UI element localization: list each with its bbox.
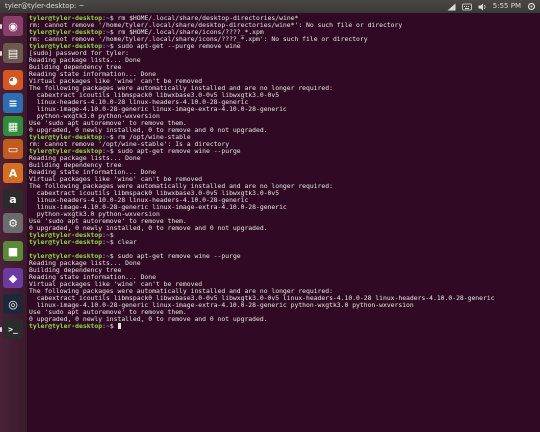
- keyboard-layout-icon[interactable]: [461, 0, 472, 13]
- gear-icon: ⚙: [8, 216, 18, 230]
- launcher-steam-button[interactable]: ◎: [3, 294, 23, 314]
- sound-icon[interactable]: [478, 0, 487, 13]
- text-cursor: [117, 323, 122, 329]
- terminal-output[interactable]: tyler@tyler-desktop:~$ rm $HOME/.local/s…: [29, 15, 539, 330]
- presentation-icon: ▭: [7, 142, 19, 156]
- top-panel: tyler@tyler-desktop: ~ 5:55 PM: [0, 0, 540, 13]
- command-text: $ sudo apt-get --purge remove wine: [109, 42, 241, 50]
- shopping-bag-icon: A: [8, 166, 18, 180]
- prompt-user: tyler@tyler-desktop: [29, 322, 103, 330]
- network-icon[interactable]: [447, 0, 456, 13]
- launcher-calc-button[interactable]: ▦: [3, 116, 23, 136]
- firefox-icon: ◕: [8, 73, 18, 87]
- launcher-writer-button[interactable]: ≡: [3, 93, 23, 113]
- grass-block-icon: ■: [7, 244, 19, 258]
- document-icon: ≡: [8, 96, 18, 110]
- terminal-icon: >_: [8, 324, 18, 334]
- launcher-amazon-button[interactable]: a: [3, 189, 23, 209]
- clock[interactable]: 5:55 PM: [493, 0, 521, 13]
- launcher-minecraft-button[interactable]: ■: [3, 241, 23, 261]
- power-gear-icon[interactable]: [527, 0, 536, 13]
- launcher-settings-button[interactable]: ⚙: [3, 213, 23, 233]
- indicator-area: 5:55 PM: [447, 0, 536, 13]
- command-text: $ clear: [109, 238, 137, 246]
- launcher-terminal-button[interactable]: >_: [3, 319, 23, 339]
- launcher-impress-button[interactable]: ▭: [3, 139, 23, 159]
- prompt-user: tyler@tyler-desktop: [29, 238, 103, 246]
- window-title: tyler@tyler-desktop: ~: [5, 2, 85, 10]
- amazon-icon: a: [9, 192, 17, 206]
- prompt-line: tyler@tyler-desktop:~$ clear: [29, 239, 539, 246]
- launcher-software-center-button[interactable]: A: [3, 163, 23, 183]
- command-text: $: [109, 322, 118, 330]
- launcher-purple-app-button[interactable]: ◆: [3, 268, 23, 288]
- launcher-files-button[interactable]: ▤: [3, 43, 23, 63]
- launcher-dash-home-button[interactable]: ◉: [3, 16, 23, 36]
- file-cabinet-icon: ▤: [7, 46, 19, 60]
- running-indicator: [0, 51, 2, 56]
- terminal-window[interactable]: tyler@tyler-desktop:~$ rm $HOME/.local/s…: [28, 13, 540, 432]
- steam-icon: ◎: [8, 297, 18, 311]
- running-indicator: [0, 327, 2, 332]
- ubuntu-logo-icon: ◉: [8, 19, 18, 33]
- spreadsheet-icon: ▦: [7, 119, 19, 133]
- prompt-line: tyler@tyler-desktop:~$: [29, 323, 539, 330]
- diamond-icon: ◆: [8, 271, 18, 285]
- launcher: ◉ ▤ ◕ ≡ ▦ ▭ Aa ⚙ ■ ◆ ◎ >_: [0, 13, 28, 432]
- launcher-firefox-button[interactable]: ◕: [3, 70, 23, 90]
- running-indicator: [0, 24, 2, 29]
